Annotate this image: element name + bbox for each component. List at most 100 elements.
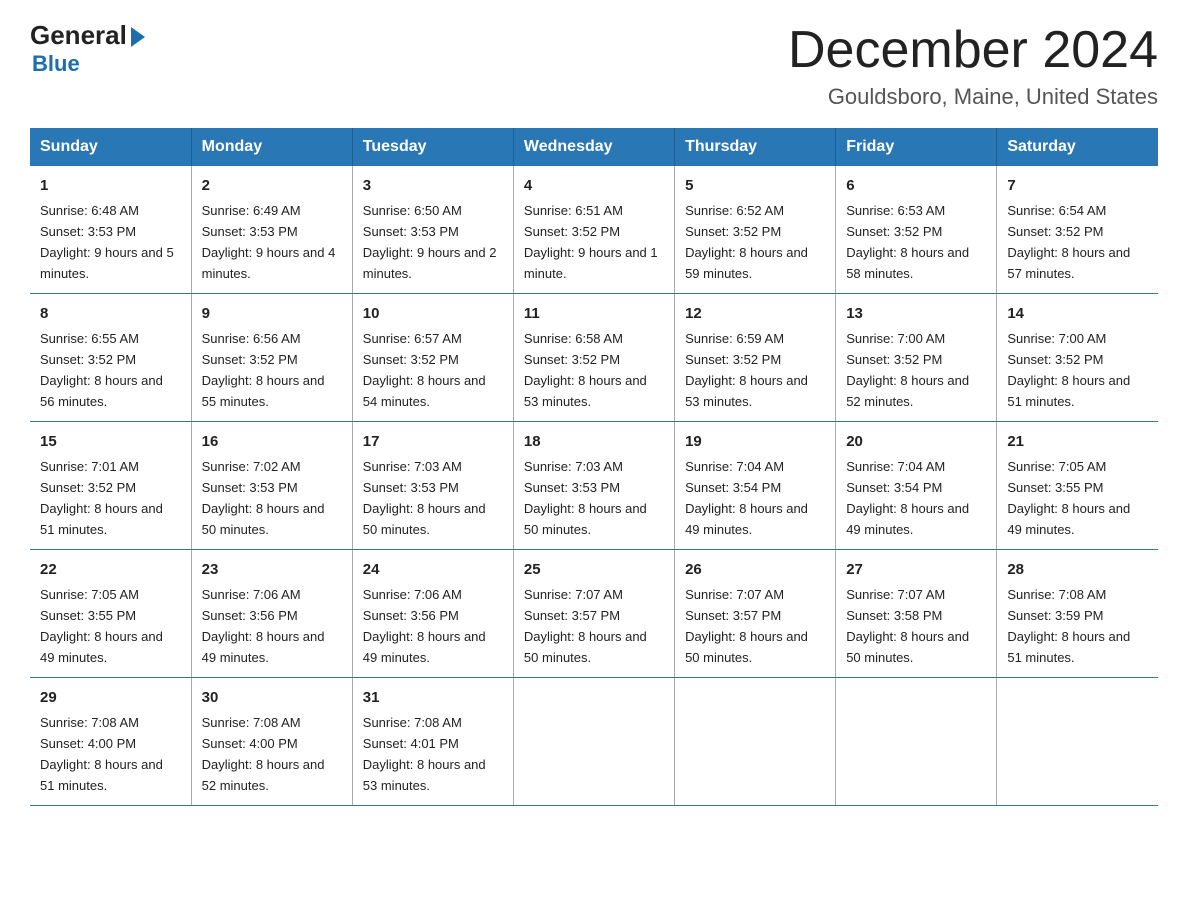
day-number: 14 (1007, 302, 1148, 325)
day-info: Sunrise: 7:00 AMSunset: 3:52 PMDaylight:… (1007, 331, 1130, 409)
calendar-week-row: 22Sunrise: 7:05 AMSunset: 3:55 PMDayligh… (30, 549, 1158, 677)
day-number: 18 (524, 430, 664, 453)
day-number: 21 (1007, 430, 1148, 453)
day-info: Sunrise: 7:03 AMSunset: 3:53 PMDaylight:… (363, 459, 486, 537)
day-number: 28 (1007, 558, 1148, 581)
calendar-cell (997, 677, 1158, 805)
day-info: Sunrise: 7:04 AMSunset: 3:54 PMDaylight:… (685, 459, 808, 537)
day-number: 19 (685, 430, 825, 453)
logo: General Blue (30, 20, 145, 77)
day-info: Sunrise: 7:08 AMSunset: 3:59 PMDaylight:… (1007, 587, 1130, 665)
day-info: Sunrise: 6:49 AMSunset: 3:53 PMDaylight:… (202, 203, 336, 281)
calendar-week-row: 8Sunrise: 6:55 AMSunset: 3:52 PMDaylight… (30, 293, 1158, 421)
day-info: Sunrise: 6:53 AMSunset: 3:52 PMDaylight:… (846, 203, 969, 281)
day-number: 6 (846, 174, 986, 197)
day-number: 22 (40, 558, 181, 581)
calendar-cell: 14 Sunrise: 7:00 AMSunset: 3:52 PMDayligh… (997, 293, 1158, 421)
day-number: 30 (202, 686, 342, 709)
day-number: 13 (846, 302, 986, 325)
calendar-cell: 25Sunrise: 7:07 AMSunset: 3:57 PMDayligh… (513, 549, 674, 677)
day-info: Sunrise: 6:59 AMSunset: 3:52 PMDaylight:… (685, 331, 808, 409)
logo-triangle-icon (131, 27, 145, 47)
day-number: 9 (202, 302, 342, 325)
day-info: Sunrise: 6:50 AMSunset: 3:53 PMDaylight:… (363, 203, 497, 281)
calendar-cell: 10 Sunrise: 6:57 AMSunset: 3:52 PMDayligh… (352, 293, 513, 421)
logo-general-text: General (30, 20, 127, 51)
weekday-header-saturday: Saturday (997, 128, 1158, 166)
day-number: 17 (363, 430, 503, 453)
calendar-cell: 27 Sunrise: 7:07 AMSunset: 3:58 PMDayligh… (836, 549, 997, 677)
day-number: 10 (363, 302, 503, 325)
calendar-cell: 2 Sunrise: 6:49 AMSunset: 3:53 PMDaylight… (191, 166, 352, 293)
day-info: Sunrise: 7:08 AMSunset: 4:01 PMDaylight:… (363, 715, 486, 793)
weekday-header-sunday: Sunday (30, 128, 191, 166)
day-info: Sunrise: 7:02 AMSunset: 3:53 PMDaylight:… (202, 459, 325, 537)
day-number: 11 (524, 302, 664, 325)
calendar-cell: 23Sunrise: 7:06 AMSunset: 3:56 PMDayligh… (191, 549, 352, 677)
day-number: 16 (202, 430, 342, 453)
calendar-cell: 7 Sunrise: 6:54 AMSunset: 3:52 PMDaylight… (997, 166, 1158, 293)
calendar-header-row: SundayMondayTuesdayWednesdayThursdayFrid… (30, 128, 1158, 166)
day-info: Sunrise: 6:48 AMSunset: 3:53 PMDaylight:… (40, 203, 174, 281)
day-number: 2 (202, 174, 342, 197)
calendar-week-row: 1 Sunrise: 6:48 AMSunset: 3:53 PMDaylight… (30, 166, 1158, 293)
day-number: 15 (40, 430, 181, 453)
day-number: 27 (846, 558, 986, 581)
day-info: Sunrise: 6:57 AMSunset: 3:52 PMDaylight:… (363, 331, 486, 409)
weekday-header-wednesday: Wednesday (513, 128, 674, 166)
calendar-cell: 29 Sunrise: 7:08 AMSunset: 4:00 PMDayligh… (30, 677, 191, 805)
calendar-week-row: 29 Sunrise: 7:08 AMSunset: 4:00 PMDayligh… (30, 677, 1158, 805)
day-info: Sunrise: 6:56 AMSunset: 3:52 PMDaylight:… (202, 331, 325, 409)
calendar-cell: 8Sunrise: 6:55 AMSunset: 3:52 PMDaylight… (30, 293, 191, 421)
calendar-cell: 22Sunrise: 7:05 AMSunset: 3:55 PMDayligh… (30, 549, 191, 677)
weekday-header-friday: Friday (836, 128, 997, 166)
calendar-cell: 30 Sunrise: 7:08 AMSunset: 4:00 PMDayligh… (191, 677, 352, 805)
day-number: 7 (1007, 174, 1148, 197)
title-block: December 2024 Gouldsboro, Maine, United … (788, 20, 1158, 110)
day-number: 1 (40, 174, 181, 197)
calendar-table: SundayMondayTuesdayWednesdayThursdayFrid… (30, 128, 1158, 806)
day-info: Sunrise: 6:51 AMSunset: 3:52 PMDaylight:… (524, 203, 658, 281)
day-info: Sunrise: 6:54 AMSunset: 3:52 PMDaylight:… (1007, 203, 1130, 281)
day-number: 25 (524, 558, 664, 581)
day-number: 3 (363, 174, 503, 197)
calendar-cell (836, 677, 997, 805)
calendar-cell: 17 Sunrise: 7:03 AMSunset: 3:53 PMDayligh… (352, 421, 513, 549)
calendar-cell: 18 Sunrise: 7:03 AMSunset: 3:53 PMDayligh… (513, 421, 674, 549)
calendar-cell (675, 677, 836, 805)
calendar-week-row: 15Sunrise: 7:01 AMSunset: 3:52 PMDayligh… (30, 421, 1158, 549)
calendar-cell: 3 Sunrise: 6:50 AMSunset: 3:53 PMDaylight… (352, 166, 513, 293)
calendar-cell: 13Sunrise: 7:00 AMSunset: 3:52 PMDayligh… (836, 293, 997, 421)
day-info: Sunrise: 7:08 AMSunset: 4:00 PMDaylight:… (202, 715, 325, 793)
day-info: Sunrise: 7:05 AMSunset: 3:55 PMDaylight:… (1007, 459, 1130, 537)
logo-blue-text: Blue (32, 51, 80, 77)
day-info: Sunrise: 7:08 AMSunset: 4:00 PMDaylight:… (40, 715, 163, 793)
calendar-cell: 28 Sunrise: 7:08 AMSunset: 3:59 PMDayligh… (997, 549, 1158, 677)
day-info: Sunrise: 7:03 AMSunset: 3:53 PMDaylight:… (524, 459, 647, 537)
day-number: 23 (202, 558, 342, 581)
month-year-title: December 2024 (788, 20, 1158, 80)
day-number: 31 (363, 686, 503, 709)
calendar-cell (513, 677, 674, 805)
calendar-cell: 16 Sunrise: 7:02 AMSunset: 3:53 PMDayligh… (191, 421, 352, 549)
weekday-header-monday: Monday (191, 128, 352, 166)
day-number: 12 (685, 302, 825, 325)
day-info: Sunrise: 7:06 AMSunset: 3:56 PMDaylight:… (363, 587, 486, 665)
day-number: 20 (846, 430, 986, 453)
day-info: Sunrise: 7:07 AMSunset: 3:58 PMDaylight:… (846, 587, 969, 665)
page-header: General Blue December 2024 Gouldsboro, M… (30, 20, 1158, 110)
calendar-cell: 11 Sunrise: 6:58 AMSunset: 3:52 PMDayligh… (513, 293, 674, 421)
calendar-cell: 15Sunrise: 7:01 AMSunset: 3:52 PMDayligh… (30, 421, 191, 549)
calendar-cell: 5Sunrise: 6:52 AMSunset: 3:52 PMDaylight… (675, 166, 836, 293)
calendar-cell: 31 Sunrise: 7:08 AMSunset: 4:01 PMDayligh… (352, 677, 513, 805)
day-info: Sunrise: 6:58 AMSunset: 3:52 PMDaylight:… (524, 331, 647, 409)
calendar-cell: 21 Sunrise: 7:05 AMSunset: 3:55 PMDayligh… (997, 421, 1158, 549)
day-number: 8 (40, 302, 181, 325)
calendar-cell: 19 Sunrise: 7:04 AMSunset: 3:54 PMDayligh… (675, 421, 836, 549)
location-subtitle: Gouldsboro, Maine, United States (788, 84, 1158, 110)
calendar-cell: 9 Sunrise: 6:56 AMSunset: 3:52 PMDaylight… (191, 293, 352, 421)
calendar-cell: 1 Sunrise: 6:48 AMSunset: 3:53 PMDaylight… (30, 166, 191, 293)
weekday-header-tuesday: Tuesday (352, 128, 513, 166)
calendar-cell: 24Sunrise: 7:06 AMSunset: 3:56 PMDayligh… (352, 549, 513, 677)
day-number: 29 (40, 686, 181, 709)
